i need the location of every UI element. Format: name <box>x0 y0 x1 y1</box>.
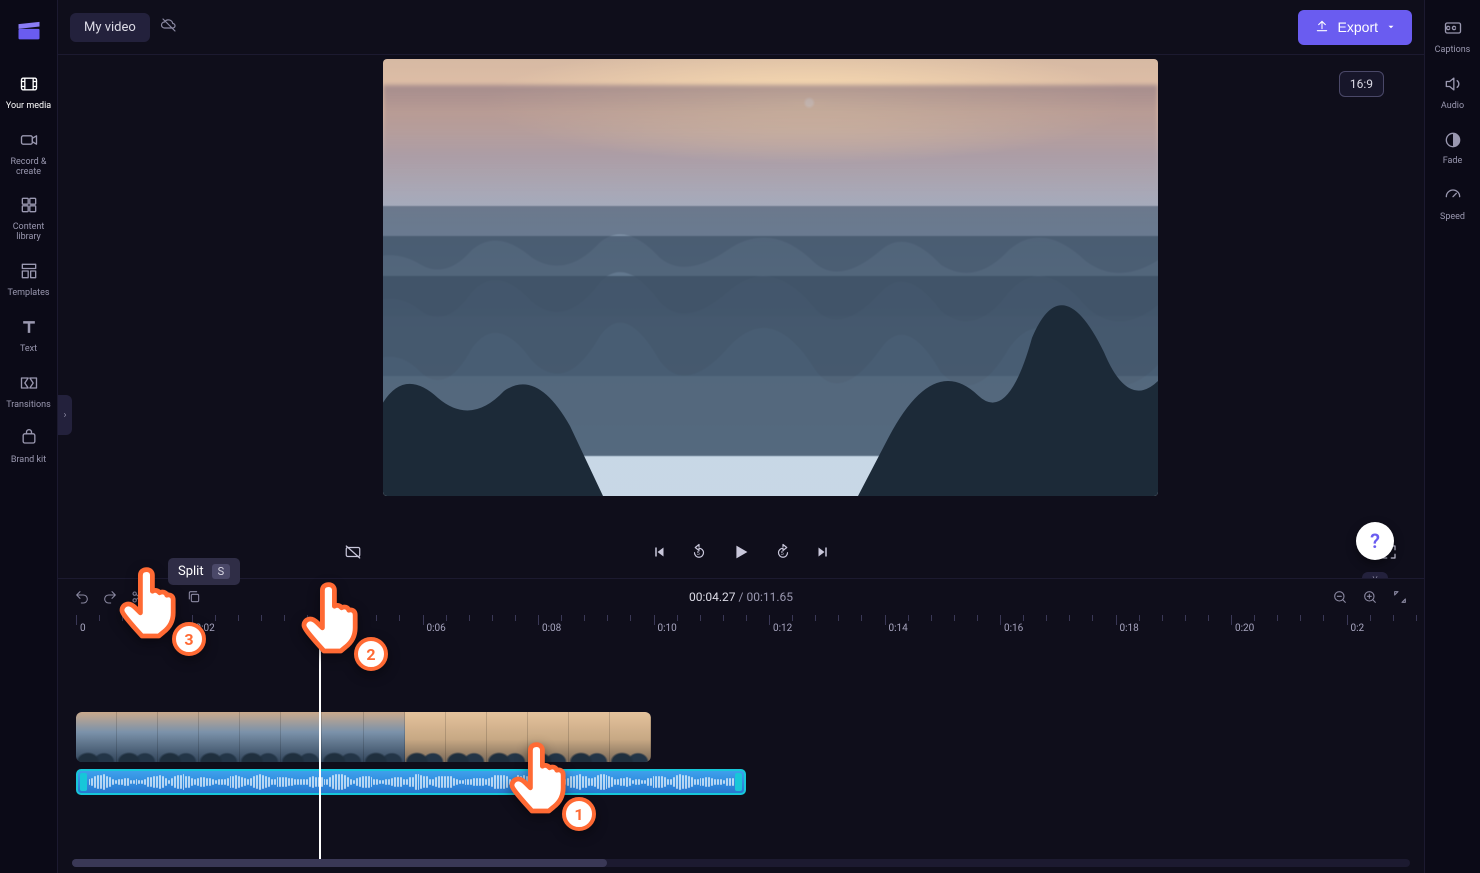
audio-waveform <box>88 773 734 791</box>
ruler-tick-label: 0:18 <box>1120 623 1139 634</box>
ruler-tick-label: 0:14 <box>889 623 908 634</box>
timeline-tracks[interactable] <box>58 637 1424 837</box>
current-time: 00:04.27 <box>689 590 736 604</box>
ruler-tick-label: 0:20 <box>1235 623 1254 634</box>
tutorial-pointer-3: 3 <box>110 560 190 640</box>
upload-icon <box>1314 18 1330 37</box>
tutorial-badge: 1 <box>562 797 596 831</box>
sidebar-item-label: Templates <box>7 288 49 298</box>
sidebar-item-your-media[interactable]: Your media <box>0 64 58 120</box>
right-sidebar: Captions Audio Fade Speed <box>1424 0 1480 873</box>
ruler-tick-label: 0:08 <box>542 623 561 634</box>
timeline-scrollbar[interactable] <box>72 859 1410 867</box>
timeline-toolbar: 00:04.27 / 00:11.65 <box>58 579 1424 615</box>
right-item-label: Captions <box>1435 45 1471 55</box>
help-button[interactable]: ? <box>1356 522 1394 560</box>
sidebar-item-text[interactable]: Text <box>0 307 58 363</box>
playhead[interactable] <box>319 637 321 863</box>
timeline-time-display: 00:04.27 / 00:11.65 <box>689 590 793 604</box>
sidebar-item-label: Record & create <box>10 157 46 177</box>
chevron-down-icon <box>1386 19 1396 35</box>
sidebar-item-content-library[interactable]: Content library <box>0 185 58 251</box>
speed-icon <box>1425 185 1480 209</box>
right-item-fade[interactable]: Fade <box>1425 120 1480 176</box>
skip-start-icon[interactable] <box>650 543 668 561</box>
export-label: Export <box>1338 19 1378 35</box>
video-title-input[interactable]: My video <box>70 13 150 42</box>
right-item-label: Fade <box>1443 156 1463 166</box>
video-preview[interactable] <box>383 59 1158 496</box>
ruler-tick-label: 0 <box>80 623 86 634</box>
audio-trim-handle-left[interactable] <box>80 773 87 791</box>
tutorial-pointer-1: 1 <box>500 735 580 815</box>
app-logo-icon[interactable] <box>15 16 43 44</box>
sidebar-item-transitions[interactable]: Transitions <box>0 363 58 419</box>
transitions-icon <box>0 373 58 397</box>
tutorial-badge: 2 <box>354 637 388 671</box>
sidebar-item-label: Your media <box>6 101 51 111</box>
split-tooltip-key: S <box>212 564 231 579</box>
aspect-ratio-selector[interactable]: 16:9 <box>1339 71 1384 97</box>
text-icon <box>0 317 58 341</box>
zoom-in-button[interactable] <box>1362 589 1378 605</box>
sidebar-item-label: Transitions <box>6 400 51 410</box>
ruler-tick-label: 0:06 <box>427 623 446 634</box>
svg-text:5: 5 <box>781 551 784 557</box>
audio-icon <box>1425 74 1480 98</box>
ruler-tick-label: 0:12 <box>773 623 792 634</box>
library-icon <box>0 195 58 219</box>
sidebar-item-label: Content library <box>13 222 45 242</box>
play-button[interactable] <box>730 541 752 563</box>
export-button[interactable]: Export <box>1298 10 1412 45</box>
sidebar-item-label: Text <box>20 344 37 354</box>
brand-kit-icon <box>0 428 58 452</box>
total-duration: 00:11.65 <box>746 590 793 604</box>
captions-icon <box>1425 18 1480 42</box>
right-item-speed[interactable]: Speed <box>1425 175 1480 231</box>
rewind-5-icon[interactable]: 5 <box>690 543 708 561</box>
audio-clip[interactable] <box>76 769 746 795</box>
cloud-sync-off-icon[interactable] <box>160 16 178 38</box>
sidebar-item-templates[interactable]: Templates <box>0 251 58 307</box>
forward-5-icon[interactable]: 5 <box>774 543 792 561</box>
media-icon <box>0 74 58 98</box>
sidebar-item-record-create[interactable]: Record & create <box>0 120 58 186</box>
fade-icon <box>1425 130 1480 154</box>
left-sidebar: Your media Record & create Content libra… <box>0 0 58 873</box>
preview-mute-icon[interactable] <box>344 543 362 561</box>
camera-icon <box>0 130 58 154</box>
sidebar-item-label: Brand kit <box>11 455 46 465</box>
skip-end-icon[interactable] <box>814 543 832 561</box>
fit-timeline-button[interactable] <box>1392 589 1408 605</box>
playback-controls: 5 5 <box>58 532 1424 572</box>
right-item-label: Audio <box>1441 101 1464 111</box>
sidebar-item-brand-kit[interactable]: Brand kit <box>0 418 58 474</box>
main-preview-area: 16:9 5 5 ? ˅ <box>58 55 1424 578</box>
templates-icon <box>0 261 58 285</box>
zoom-out-button[interactable] <box>1332 589 1348 605</box>
svg-text:5: 5 <box>697 551 700 557</box>
timeline-scrollbar-thumb[interactable] <box>72 859 607 867</box>
right-item-captions[interactable]: Captions <box>1425 8 1480 64</box>
right-item-label: Speed <box>1440 212 1465 222</box>
help-icon: ? <box>1370 529 1380 553</box>
timeline-area: Split S 00:04.27 / 00:11.65 00:020:040:0… <box>58 578 1424 873</box>
ruler-tick-label: 0:16 <box>1004 623 1023 634</box>
tutorial-badge: 3 <box>172 622 206 656</box>
ruler-tick-label: 0:2 <box>1351 623 1365 634</box>
undo-button[interactable] <box>74 589 90 605</box>
audio-trim-handle-right[interactable] <box>735 773 742 791</box>
tutorial-pointer-2: 2 <box>292 575 372 655</box>
right-item-audio[interactable]: Audio <box>1425 64 1480 120</box>
ruler-tick-label: 0:10 <box>658 623 677 634</box>
top-bar: My video Export <box>58 0 1424 55</box>
timeline-ruler[interactable]: 00:020:040:060:080:100:120:140:160:180:2… <box>58 615 1424 637</box>
